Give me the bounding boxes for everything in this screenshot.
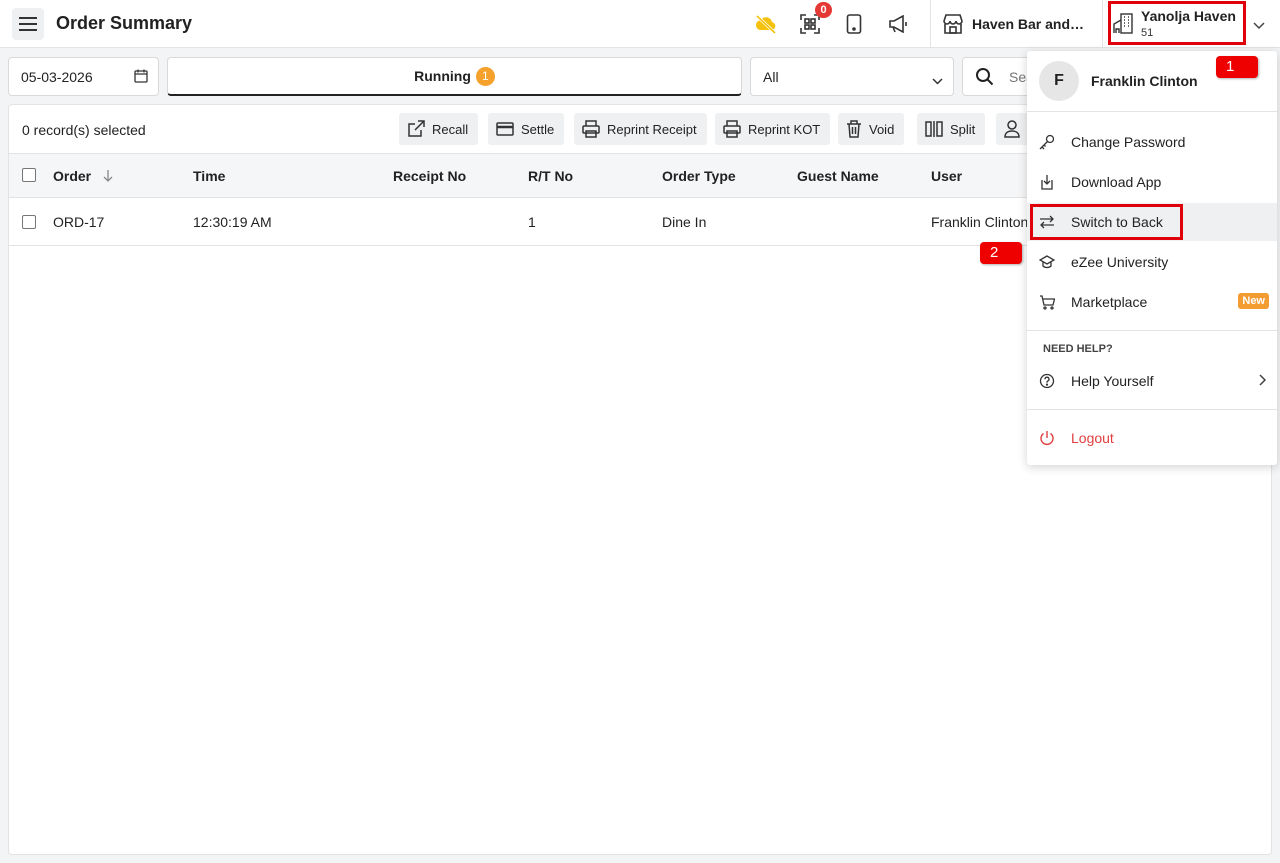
- cell-order: ORD-17: [53, 214, 105, 230]
- hamburger-menu-button[interactable]: [12, 8, 44, 40]
- tab-running[interactable]: Running 1: [167, 57, 742, 96]
- column-header-user[interactable]: User: [931, 168, 962, 184]
- notification-count-badge: 0: [815, 2, 832, 18]
- menu-item-download-app[interactable]: Download App: [1027, 163, 1277, 201]
- split-label: Split: [950, 121, 976, 137]
- menu-item-label: eZee University: [1071, 254, 1169, 270]
- split-columns-icon: [925, 121, 943, 137]
- hamburger-icon: [19, 17, 37, 31]
- switch-to-back-highlight: [1030, 204, 1183, 240]
- row-checkbox[interactable]: [22, 215, 36, 229]
- order-filter-select[interactable]: All: [750, 57, 954, 96]
- menu-item-help-yourself[interactable]: Help Yourself: [1027, 362, 1277, 400]
- outlet-name: Haven Bar and Restaurant: [972, 16, 1087, 32]
- running-count-badge: 1: [475, 66, 495, 86]
- megaphone-icon: [889, 15, 907, 33]
- settle-button[interactable]: Settle: [488, 113, 565, 145]
- cell-rt-no: 1: [528, 214, 536, 230]
- outlet-selector[interactable]: Haven Bar and Restaurant: [942, 12, 1087, 36]
- menu-item-logout[interactable]: Logout: [1027, 419, 1277, 457]
- cell-time: 12:30:19 AM: [193, 214, 272, 230]
- header-divider: [930, 0, 931, 48]
- card-icon: [496, 122, 514, 136]
- menu-divider: [1027, 409, 1277, 410]
- recall-label: Recall: [432, 121, 469, 137]
- device-button[interactable]: [840, 10, 868, 38]
- cloud-offline-icon: [755, 14, 777, 35]
- date-picker[interactable]: 05-03-2026: [8, 57, 159, 96]
- annotation-marker-2: 2: [980, 242, 1022, 264]
- sort-down-icon: [103, 170, 113, 182]
- chevron-right-icon: [1259, 374, 1267, 386]
- help-circle-icon: [1039, 373, 1055, 389]
- tablet-icon: [846, 14, 862, 34]
- graduation-cap-icon: [1039, 255, 1055, 269]
- printer-icon: [723, 120, 741, 138]
- menu-item-label: Change Password: [1071, 134, 1186, 150]
- order-filter-value: All: [763, 69, 779, 85]
- trash-icon: [847, 120, 861, 138]
- store-icon: [943, 14, 963, 34]
- new-badge: New: [1238, 293, 1269, 309]
- property-selector-highlight[interactable]: [1108, 1, 1246, 45]
- annotation-marker-1: 1: [1216, 56, 1258, 78]
- column-header-time[interactable]: Time: [193, 168, 225, 184]
- external-link-icon: [408, 120, 425, 137]
- menu-item-label: Help Yourself: [1071, 373, 1154, 389]
- user-icon: [1004, 120, 1020, 138]
- reprint-receipt-label: Reprint Receipt: [607, 121, 697, 137]
- split-button[interactable]: Split: [917, 113, 986, 145]
- column-header-guest-name[interactable]: Guest Name: [797, 168, 879, 184]
- reprint-kot-label: Reprint KOT: [748, 121, 821, 137]
- power-icon: [1040, 431, 1054, 445]
- announcement-button[interactable]: [884, 10, 912, 38]
- header-divider: [1102, 0, 1103, 48]
- settle-label: Settle: [521, 121, 555, 137]
- need-help-heading: NEED HELP?: [1043, 343, 1113, 355]
- void-button[interactable]: Void: [838, 113, 905, 145]
- select-all-checkbox[interactable]: [22, 168, 36, 182]
- menu-item-label: Marketplace: [1071, 294, 1148, 310]
- reprint-kot-button[interactable]: Reprint KOT: [715, 113, 831, 145]
- cell-user: Franklin Clinton: [931, 214, 1029, 230]
- cell-order-type: Dine In: [662, 214, 707, 230]
- chevron-down-icon[interactable]: [1253, 17, 1265, 35]
- page-title: Order Summary: [56, 13, 193, 33]
- date-value: 05-03-2026: [21, 69, 93, 85]
- user-dropdown-menu: F Franklin Clinton Change Password Downl…: [1027, 51, 1277, 465]
- search-icon: [975, 67, 994, 91]
- top-header: Order Summary 0 Haven Bar and Restaurant…: [0, 0, 1280, 48]
- void-label: Void: [869, 121, 895, 137]
- menu-divider: [1027, 111, 1277, 112]
- column-header-rt-no[interactable]: R/T No: [528, 168, 573, 184]
- printer-icon: [582, 120, 600, 138]
- key-icon: [1039, 134, 1055, 150]
- column-header-receipt-no[interactable]: Receipt No: [393, 168, 466, 184]
- column-header-order[interactable]: Order: [53, 168, 113, 184]
- reprint-receipt-button[interactable]: Reprint Receipt: [574, 113, 707, 145]
- menu-item-marketplace[interactable]: Marketplace New: [1027, 283, 1277, 321]
- dropdown-user-name: Franklin Clinton: [1091, 73, 1198, 89]
- avatar: F: [1039, 61, 1079, 101]
- calendar-icon: [134, 69, 148, 88]
- menu-item-label: Download App: [1071, 174, 1162, 190]
- tab-running-label: Running: [414, 68, 471, 84]
- download-icon: [1041, 175, 1053, 190]
- chevron-down-icon: [932, 72, 943, 90]
- column-header-order-type[interactable]: Order Type: [662, 168, 736, 184]
- recall-button[interactable]: Recall: [399, 113, 479, 145]
- cloud-sync-button[interactable]: [752, 10, 780, 38]
- qr-code-icon: [800, 14, 820, 34]
- cart-icon: [1040, 295, 1055, 310]
- selected-count: 0 record(s) selected: [22, 122, 146, 138]
- menu-divider: [1027, 330, 1277, 331]
- menu-item-label: Logout: [1071, 430, 1114, 446]
- menu-item-change-password[interactable]: Change Password: [1027, 123, 1277, 161]
- menu-item-ezee-university[interactable]: eZee University: [1027, 243, 1277, 281]
